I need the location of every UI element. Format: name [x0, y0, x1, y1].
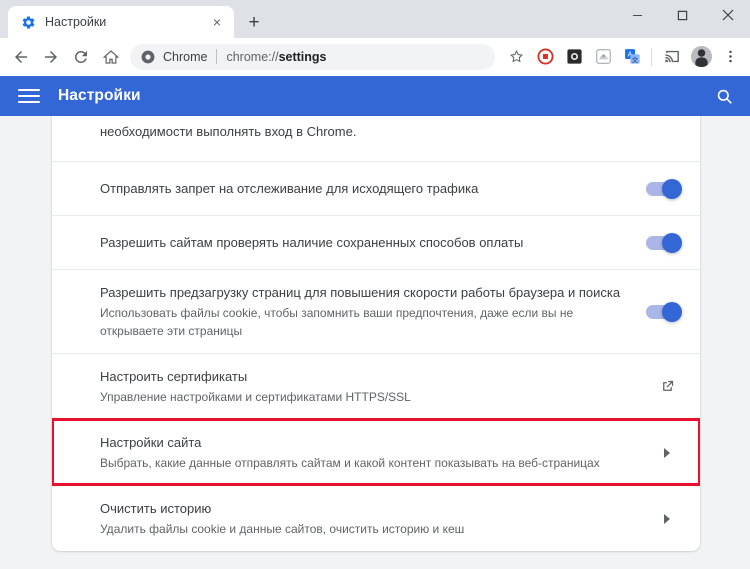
browser-toolbar: Chrome chrome://settings A 文 [0, 38, 750, 76]
settings-scroll-region[interactable]: необходимости выполнять вход в Chrome. О… [0, 116, 750, 569]
row-subtitle: Выбрать, какие данные отправлять сайтам … [100, 456, 600, 470]
toggle-knob [662, 232, 682, 253]
chevron-right-icon[interactable] [654, 440, 680, 466]
adblock-extension-icon[interactable] [531, 43, 559, 71]
payment-methods-toggle[interactable] [646, 232, 682, 253]
omnibox-chip-label: Chrome [163, 49, 208, 64]
window-controls [615, 0, 750, 30]
settings-app-bar: Настройки [0, 76, 750, 116]
translate-extension-icon[interactable]: A 文 [618, 43, 646, 71]
clipped-row: необходимости выполнять вход в Chrome. [52, 116, 700, 161]
address-bar[interactable]: Chrome chrome://settings [130, 43, 495, 70]
browser-window: Настройки × + Chrome chrome://settings A… [0, 0, 750, 569]
row-text: Настройки сайта Выбрать, какие данные от… [100, 420, 640, 485]
manage-certificates-row[interactable]: Настроить сертификаты Управление настрой… [52, 353, 700, 419]
preload-pages-row[interactable]: Разрешить предзагрузку страниц для повыш… [52, 269, 700, 353]
chevron-right-icon[interactable] [654, 506, 680, 532]
preload-pages-toggle[interactable] [646, 301, 682, 322]
reload-icon[interactable] [66, 42, 96, 72]
row-title: Разрешить сайтам проверять наличие сохра… [100, 235, 524, 250]
row-subtitle: Удалить файлы cookie и данные сайтов, оч… [100, 522, 465, 536]
toggle-knob [662, 178, 682, 199]
toolbar-divider [651, 47, 652, 66]
back-icon[interactable] [6, 42, 36, 72]
hamburger-icon[interactable] [18, 85, 40, 107]
row-text: Очистить историю Удалить файлы cookie и … [100, 486, 640, 551]
browser-menu-icon[interactable] [716, 43, 744, 71]
row-title: Настройки сайта [100, 435, 202, 450]
page-title: Настройки [58, 87, 141, 104]
row-text: Разрешить сайтам проверять наличие сохра… [100, 220, 630, 265]
row-title: Настроить сертификаты [100, 369, 248, 384]
close-window-icon[interactable] [705, 0, 750, 30]
row-title: Очистить историю [100, 501, 212, 516]
omnibox-divider [216, 49, 218, 64]
chrome-logo-icon [140, 49, 155, 64]
row-subtitle: Управление настройками и сертификатами H… [100, 390, 411, 404]
omnibox-url-prefix: chrome:// [226, 49, 279, 64]
do-not-track-row[interactable]: Отправлять запрет на отслеживание для ис… [52, 161, 700, 215]
row-text: Настроить сертификаты Управление настрой… [100, 354, 640, 419]
row-subtitle: Использовать файлы cookie, чтобы запомни… [100, 306, 574, 338]
avatar[interactable] [687, 43, 715, 71]
maximize-icon[interactable] [660, 0, 705, 30]
bookmark-star-icon[interactable] [502, 43, 530, 71]
gear-icon [20, 14, 36, 30]
languages-section-heading: Языки [52, 551, 700, 569]
title-bar: Настройки × + [0, 0, 750, 38]
screenshot-extension-icon[interactable] [560, 43, 588, 71]
clear-browsing-data-row[interactable]: Очистить историю Удалить файлы cookie и … [52, 485, 700, 551]
toggle-knob [662, 301, 682, 322]
home-icon[interactable] [96, 42, 126, 72]
row-title: необходимости выполнять вход в Chrome. [100, 124, 357, 139]
row-title: Отправлять запрет на отслеживание для ис… [100, 181, 479, 196]
payment-methods-row[interactable]: Разрешить сайтам проверять наличие сохра… [52, 215, 700, 269]
do-not-track-toggle[interactable] [646, 178, 682, 199]
svg-text:文: 文 [631, 55, 638, 64]
row-text: Отправлять запрет на отслеживание для ис… [100, 166, 630, 211]
row-text: Разрешить предзагрузку страниц для повыш… [100, 270, 630, 353]
browser-tab-settings[interactable]: Настройки × [8, 6, 234, 38]
tab-title: Настройки [45, 15, 107, 29]
row-title: Разрешить предзагрузку страниц для повыш… [100, 285, 621, 300]
privacy-settings-card: необходимости выполнять вход в Chrome. О… [52, 116, 700, 551]
page-viewport: Настройки необходимости выполнять вход в… [0, 76, 750, 569]
avatar-image [690, 46, 712, 67]
cast-icon[interactable] [658, 43, 686, 71]
search-icon[interactable] [712, 84, 736, 108]
external-link-icon[interactable] [654, 374, 680, 400]
forward-icon[interactable] [36, 42, 66, 72]
site-settings-row[interactable]: Настройки сайта Выбрать, какие данные от… [52, 418, 700, 486]
close-icon[interactable]: × [208, 13, 226, 31]
minimize-icon[interactable] [615, 0, 660, 30]
omnibox-url: chrome://settings [226, 50, 326, 64]
omnibox-url-path: settings [278, 49, 327, 64]
new-tab-button[interactable]: + [240, 8, 268, 36]
row-text: необходимости выполнять вход в Chrome. [100, 116, 680, 161]
savepage-extension-icon[interactable] [589, 43, 617, 71]
